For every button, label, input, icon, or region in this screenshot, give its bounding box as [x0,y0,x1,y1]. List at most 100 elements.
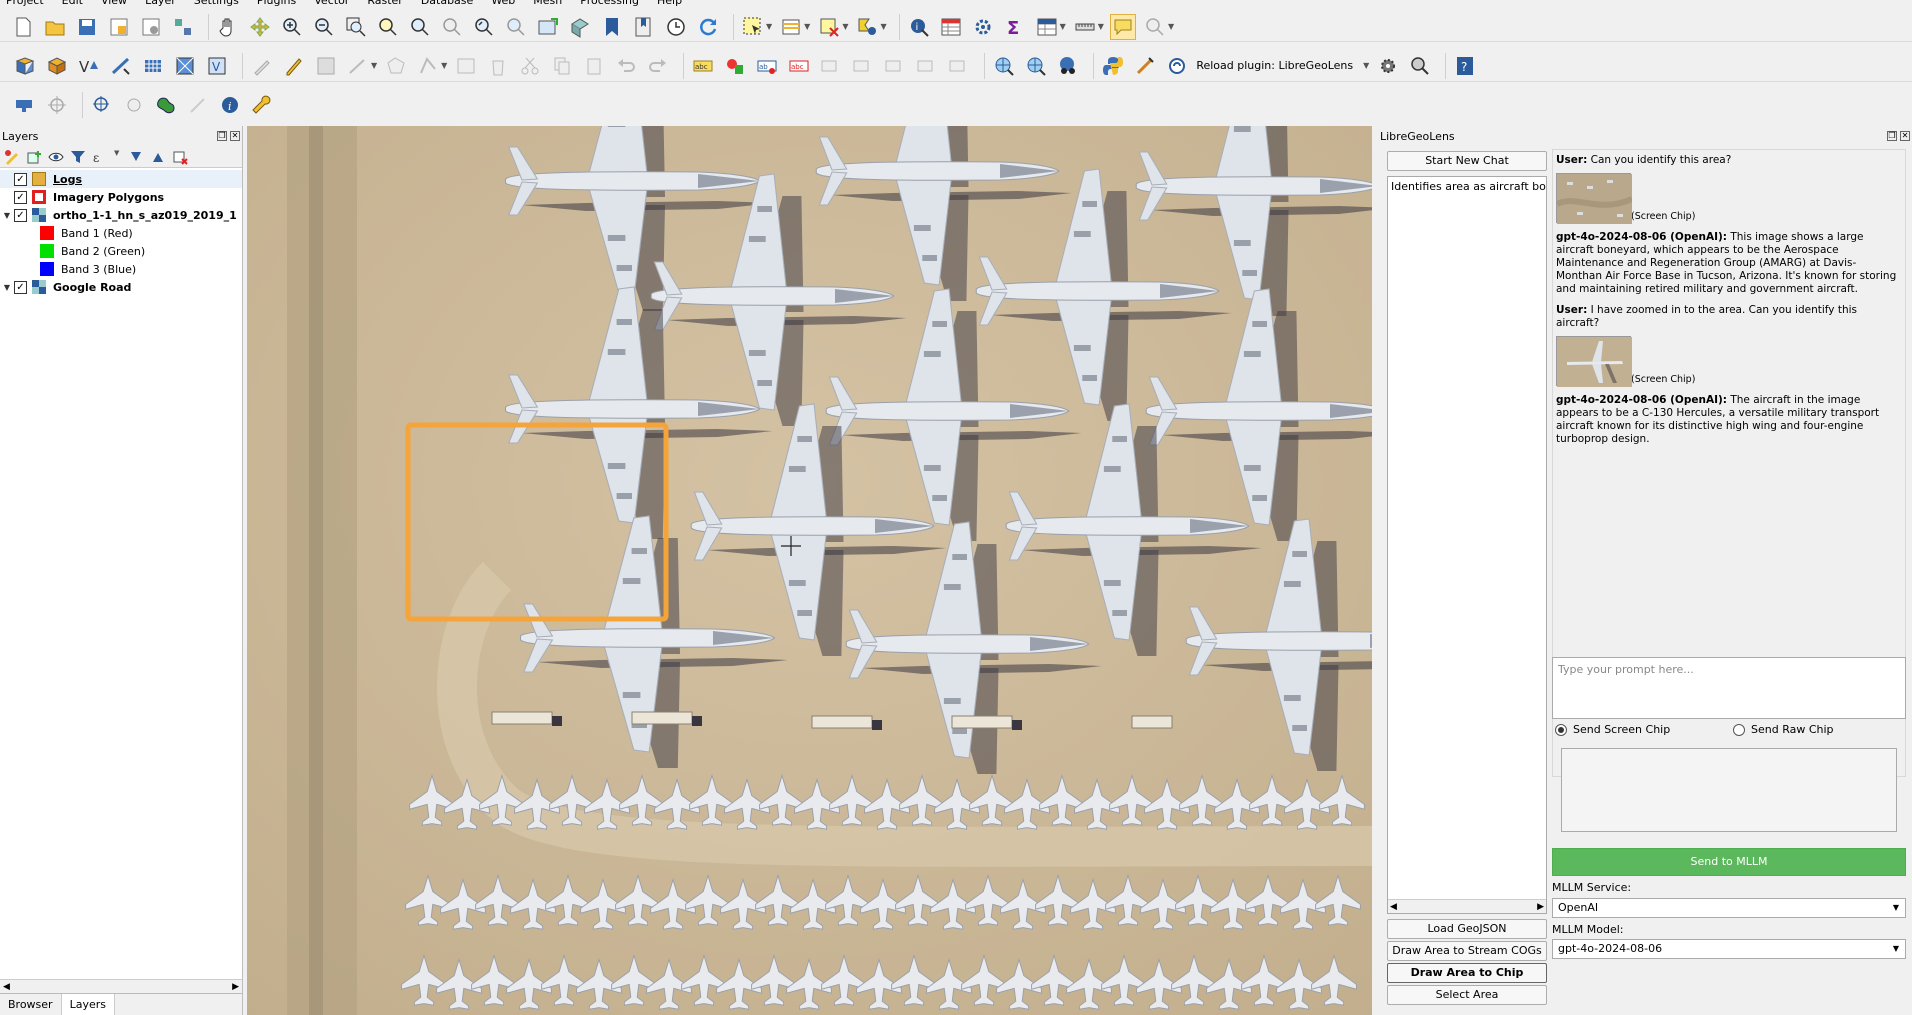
layer-row-ortho[interactable]: ▼ ✓ ortho_1-1_hn_s_az019_2019_1 [0,206,242,224]
disabled-tool-icon[interactable] [185,92,211,118]
menu-settings[interactable]: Settings [194,0,239,10]
zoom-next-icon[interactable] [503,14,529,40]
zoom-to-layer-icon[interactable] [407,14,433,40]
float-panel-icon[interactable]: ❐ [217,131,227,141]
bookmark-new-icon[interactable] [599,14,625,40]
scroll-right-icon[interactable]: ▶ [1537,902,1544,912]
close-panel-icon[interactable]: ✕ [230,131,240,141]
chevron-down-icon[interactable]: ▼ [842,22,848,31]
plugin-reloader-icon[interactable] [1132,53,1158,79]
green-shape-icon[interactable] [153,92,179,118]
draw-area-stream-cogs-button[interactable]: Draw Area to Stream COGs [1387,941,1547,961]
python-console-icon[interactable] [1100,53,1126,79]
select-location-icon[interactable] [854,14,880,40]
show-hide-labels-icon[interactable]: abc [786,53,812,79]
layer-row-imagery-polygons[interactable]: ✓ Imagery Polygons [0,188,242,206]
cut-icon[interactable] [517,53,543,79]
bookmarks-icon[interactable] [631,14,657,40]
menu-project[interactable]: Project [6,0,44,10]
open-project-icon[interactable] [42,14,68,40]
digitize-line-icon[interactable] [345,53,371,79]
zoom-native-icon[interactable] [439,14,465,40]
layout-manager-icon[interactable] [138,14,164,40]
zoom-to-selection-icon[interactable] [375,14,401,40]
screen-chip-thumbnail[interactable] [1555,173,1634,224]
menu-help[interactable]: Help [657,0,682,10]
map-tips-icon[interactable] [1109,13,1136,40]
add-layer-cube-icon[interactable] [44,53,70,79]
chevron-down-icon[interactable]: ▼ [880,22,886,31]
menu-layer[interactable]: Layer [145,0,176,10]
filter-expression-icon[interactable]: ε [92,149,108,165]
globe-search-icon[interactable] [1023,53,1049,79]
statistics-sigma-icon[interactable]: Σ [1002,14,1028,40]
chevron-down-icon[interactable]: ▼ [1098,22,1104,31]
snap-vertex-icon[interactable] [121,92,147,118]
chevron-down-icon[interactable]: ▼ [804,22,810,31]
help-icon[interactable]: ? [1452,53,1478,79]
collapse-arrow-icon[interactable]: ▼ [0,211,14,220]
snapping-icon[interactable] [12,92,38,118]
georef-crosshair-icon[interactable] [89,92,115,118]
mllm-model-select[interactable]: gpt-4o-2024-08-06 ▼ [1552,939,1906,959]
add-line-layer-icon[interactable] [108,53,134,79]
save-project-icon[interactable] [74,14,100,40]
reload-plugin-icon[interactable] [1164,53,1190,79]
reload-plugin-label[interactable]: Reload plugin: LibreGeoLens [1196,59,1353,72]
screen-chip-thumbnail[interactable] [1556,336,1632,387]
add-group-icon[interactable] [26,149,42,165]
locator-search-icon[interactable] [1142,14,1168,40]
attribute-table-icon[interactable] [938,14,964,40]
label-tool-icon[interactable]: abc [690,53,716,79]
collapse-all-icon[interactable] [150,149,166,165]
globe-binoculars-icon[interactable] [1055,53,1081,79]
vertex-tool-icon[interactable] [415,53,441,79]
menu-raster[interactable]: Raster [367,0,402,10]
float-panel-icon[interactable]: ❐ [1887,131,1897,141]
menu-web[interactable]: Web [491,0,515,10]
globe-zoom-icon[interactable] [991,53,1017,79]
zoom-in-icon[interactable] [279,14,305,40]
select-area-button[interactable]: Select Area [1387,985,1547,1005]
change-label-icon[interactable] [882,53,908,79]
chevron-down-icon[interactable]: ▼ [1168,22,1174,31]
save-edits-icon[interactable] [313,53,339,79]
menu-edit[interactable]: Edit [62,0,83,10]
new-print-layout-icon[interactable] [106,14,132,40]
search-settings-icon[interactable] [1407,53,1433,79]
menu-mesh[interactable]: Mesh [533,0,562,10]
processing-toolbox-icon[interactable] [970,14,996,40]
collapse-arrow-icon[interactable]: ▼ [0,283,14,292]
identify-icon[interactable]: i [906,14,932,40]
zoom-out-icon[interactable] [311,14,337,40]
temporal-controller-icon[interactable] [663,14,689,40]
chevron-down-icon[interactable]: ▼ [371,61,377,70]
new-project-icon[interactable] [10,14,36,40]
current-edits-icon[interactable] [249,53,275,79]
map-canvas[interactable] [247,126,1372,1015]
menu-plugins[interactable]: Plugins [257,0,296,10]
remove-layer-icon[interactable] [172,149,188,165]
layer-visibility-checkbox[interactable]: ✓ [14,190,27,204]
layer-styling-icon[interactable] [4,149,20,165]
copy-icon[interactable] [549,53,575,79]
crosshair-icon[interactable] [44,92,70,118]
tab-layers[interactable]: Layers [61,994,115,1015]
scroll-right-icon[interactable]: ▶ [232,982,239,992]
chat-history-item[interactable]: Identifies area as aircraft boneyard [1388,177,1546,196]
layer-visibility-checkbox[interactable]: ✓ [14,280,27,294]
chevron-down-icon[interactable]: ▼ [1060,22,1066,31]
load-geojson-button[interactable]: Load GeoJSON [1387,919,1547,939]
add-raster-layer-icon[interactable] [140,53,166,79]
send-to-mllm-button[interactable]: Send to MLLM [1552,848,1906,876]
menu-database[interactable]: Database [421,0,474,10]
wrench-icon[interactable] [249,92,275,118]
send-raw-chip-radio[interactable]: Send Raw Chip [1733,723,1834,736]
menu-view[interactable]: View [101,0,127,10]
send-screen-chip-radio[interactable]: Send Screen Chip [1555,723,1670,736]
layers-horizontal-scrollbar[interactable]: ◀ ▶ [0,979,242,993]
paste-icon[interactable] [581,53,607,79]
chevron-down-icon[interactable]: ▼ [441,61,447,70]
modify-attributes-icon[interactable] [453,53,479,79]
new-3d-view-icon[interactable] [567,14,593,40]
